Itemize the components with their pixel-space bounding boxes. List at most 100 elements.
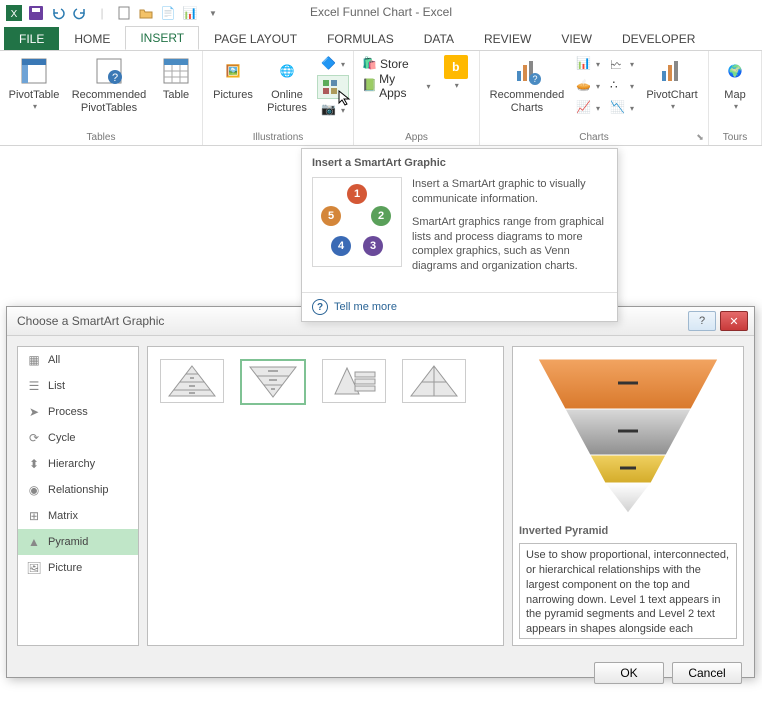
area-chart-button[interactable]: 🗠▾ [606,53,638,75]
recommended-charts-button[interactable]: ? Recommended Charts [484,53,570,117]
category-picture[interactable]: 🖼Picture [18,555,138,581]
svg-text:?: ? [532,74,537,84]
bar-chart-button[interactable]: 📈▾ [572,97,604,119]
all-icon: ▦ [26,352,42,368]
category-all[interactable]: ▦All [18,347,138,373]
pyramid-icon: ▲ [26,534,42,550]
tab-formulas[interactable]: FORMULAS [312,27,409,50]
tab-pagelayout[interactable]: PAGE LAYOUT [199,27,312,50]
screenshot-button[interactable]: 📷▾ [317,99,349,121]
quickprint-icon[interactable]: 📄 [158,3,178,23]
group-charts-label: Charts⬊ [484,131,704,144]
ribbon: PivotTable▾ ? Recommended PivotTables Tab… [0,50,762,146]
group-apps-label: Apps [358,131,475,144]
diagram-node: 3 [363,236,383,256]
preview-pane: Inverted Pyramid Use to show proportiona… [512,346,744,646]
recommended-pivottables-button[interactable]: ? Recommended PivotTables [66,53,152,117]
group-tables-label: Tables [4,131,198,144]
tooltip-diagram: 1 2 3 4 5 [312,177,402,267]
smartart-dialog: Choose a SmartArt Graphic ? ✕ ▦All ☰List… [6,306,755,678]
reccharts-label: Recommended Charts [490,89,565,115]
tab-data[interactable]: DATA [409,27,469,50]
tab-developer[interactable]: DEVELOPER [607,27,710,50]
excel-icon[interactable]: X [4,3,24,23]
scatter-chart-button[interactable]: ∴▾ [606,75,638,97]
ok-button[interactable]: OK [594,662,664,684]
help-icon: ? [312,299,328,315]
matrix-icon: ⊞ [26,508,42,524]
layout-inverted-pyramid[interactable] [240,359,306,405]
other-charts-button[interactable]: 📉▾ [606,97,638,119]
bing-button[interactable]: b▾ [437,53,475,93]
ribbon-tabs: FILE HOME INSERT PAGE LAYOUT FORMULAS DA… [0,26,762,50]
category-process[interactable]: ➤Process [18,399,138,425]
new-icon[interactable] [114,3,134,23]
shapes-button[interactable]: 🔷▾ [317,53,349,75]
myapps-button[interactable]: 📗My Apps▾ [358,75,435,97]
pivottable-button[interactable]: PivotTable▾ [4,53,64,114]
group-tables: PivotTable▾ ? Recommended PivotTables Tab… [0,51,203,145]
column-chart-button[interactable]: 📊▾ [572,53,604,75]
picture-icon: 🖼 [26,560,42,576]
pivottable-label: PivotTable [9,89,60,102]
group-illus-label: Illustrations [207,131,349,144]
process-icon: ➤ [26,404,42,420]
group-tours: 🌍Map▾ Tours [709,51,762,145]
pictures-label: Pictures [213,89,253,102]
pictures-button[interactable]: 🖼️Pictures [207,53,259,104]
table-label: Table [163,89,189,102]
diagram-node: 1 [347,184,367,204]
pivotchart-button[interactable]: PivotChart▾ [640,53,704,114]
recpivot-label: Recommended PivotTables [72,89,147,115]
undo-icon[interactable] [48,3,68,23]
layout-basic-pyramid[interactable] [160,359,224,403]
tab-review[interactable]: REVIEW [469,27,546,50]
group-tours-label: Tours [713,131,757,144]
store-label: Store [380,57,409,71]
layout-segmented-pyramid[interactable] [402,359,466,403]
preview-description: Use to show proportional, interconnected… [519,543,737,639]
charts-dialog-launcher-icon[interactable]: ⬊ [694,132,706,144]
tooltip-p1: Insert a SmartArt graphic to visually co… [412,177,607,207]
category-hierarchy[interactable]: ⬍Hierarchy [18,451,138,477]
online-pictures-button[interactable]: 🌐Online Pictures [261,53,313,117]
tab-home[interactable]: HOME [59,27,125,50]
svg-text:?: ? [112,72,118,84]
category-list-item[interactable]: ☰List [18,373,138,399]
svg-text:X: X [11,9,18,20]
sort-icon[interactable]: 📊 [180,3,200,23]
pivotchart-label: PivotChart [646,89,697,102]
group-illustrations: 🖼️Pictures 🌐Online Pictures 🔷▾ 📷▾ Illust… [203,51,354,145]
diagram-node: 5 [321,206,341,226]
pie-chart-button[interactable]: 🥧▾ [572,75,604,97]
diagram-node: 4 [331,236,351,256]
window-title: Excel Funnel Chart - Excel [310,5,452,19]
group-apps: 🛍️Store 📗My Apps▾ b▾ Apps [354,51,480,145]
tab-view[interactable]: VIEW [546,27,607,50]
online-pictures-label: Online Pictures [267,89,307,115]
layout-pyramid-list[interactable] [322,359,386,403]
category-relationship[interactable]: ◉Relationship [18,477,138,503]
dialog-title: Choose a SmartArt Graphic [17,314,164,328]
cancel-button[interactable]: Cancel [672,662,742,684]
redo-icon[interactable] [70,3,90,23]
tab-insert[interactable]: INSERT [125,26,199,50]
tooltip-text: Insert a SmartArt graphic to visually co… [412,177,607,282]
map-button[interactable]: 🌍Map▾ [713,53,757,114]
tab-file[interactable]: FILE [4,27,59,50]
tell-me-more-link[interactable]: ? Tell me more [302,292,617,321]
dialog-help-button[interactable]: ? [688,311,716,331]
cycle-icon: ⟳ [26,430,42,446]
open-icon[interactable] [136,3,156,23]
dialog-close-button[interactable]: ✕ [720,311,748,331]
category-cycle[interactable]: ⟳Cycle [18,425,138,451]
qat-customize-icon[interactable]: ▼ [202,3,222,23]
myapps-label: My Apps [379,72,422,100]
tell-me-more-label: Tell me more [334,301,397,313]
save-icon[interactable] [26,3,46,23]
category-pyramid[interactable]: ▲Pyramid [18,529,138,555]
category-matrix[interactable]: ⊞Matrix [18,503,138,529]
layout-gallery [147,346,504,646]
table-button[interactable]: Table [154,53,198,104]
smartart-button[interactable] [317,75,349,99]
